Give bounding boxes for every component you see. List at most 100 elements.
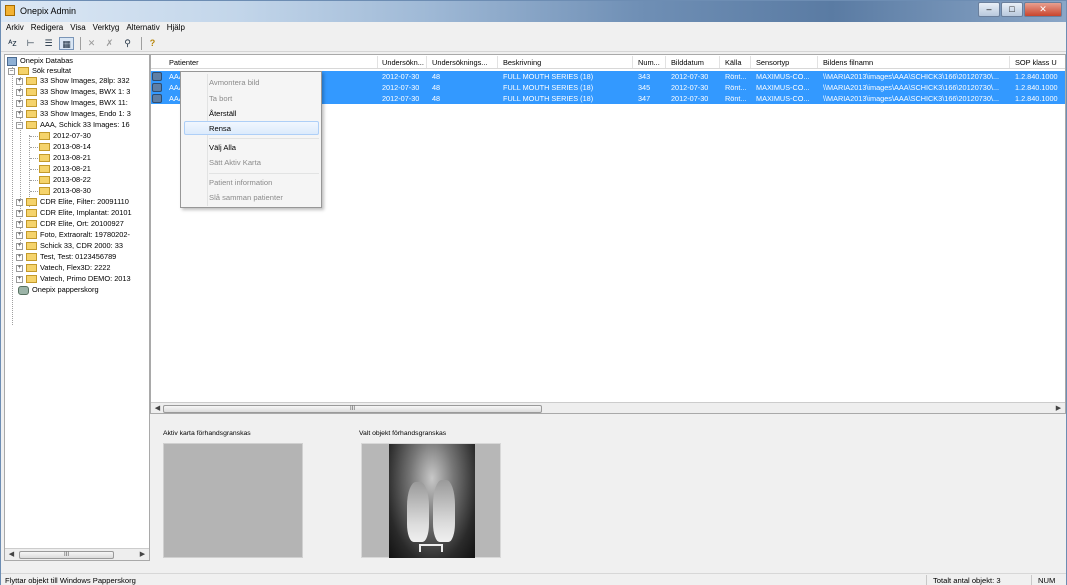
folder-icon: [39, 176, 50, 184]
sort-az-icon[interactable]: ᴬᴢ: [5, 37, 20, 50]
tree-item[interactable]: + Foto, Extraoralt: 19780202-: [16, 230, 130, 240]
expand-icon[interactable]: +: [16, 88, 23, 96]
collapse-icon[interactable]: –: [16, 121, 23, 129]
menu-item-sla-samman-patienter[interactable]: Slå samman patienter: [209, 193, 283, 202]
col-header-patienter[interactable]: Patienter: [169, 58, 199, 67]
expand-icon[interactable]: +: [16, 231, 23, 239]
active-map-preview-label: Aktiv karta förhandsgranskas: [163, 430, 251, 437]
tree-item[interactable]: +33 Show Images, 28lp: 332: [16, 76, 130, 86]
details-view-icon[interactable]: ▦: [59, 36, 74, 50]
folder-icon: [26, 220, 37, 228]
scroll-left-icon[interactable]: ◀: [6, 550, 17, 559]
menu-item-patient-information[interactable]: Patient information: [209, 178, 272, 187]
col-header-undersokningsnummer[interactable]: Undersöknings...: [432, 58, 487, 67]
clear-icon[interactable]: ✗: [102, 37, 117, 50]
scroll-thumb[interactable]: III: [163, 405, 542, 413]
menu-item-ta-bort[interactable]: Ta bort: [209, 94, 232, 103]
menu-arkiv[interactable]: Arkiv: [3, 22, 28, 35]
scroll-right-icon[interactable]: ▶: [137, 550, 148, 559]
grid-horizontal-scrollbar[interactable]: ◀ III ▶: [151, 402, 1065, 413]
tree-trash[interactable]: Onepix papperskorg: [18, 285, 99, 295]
folder-icon: [26, 264, 37, 272]
tree-date-item[interactable]: 2013-08-22: [39, 175, 91, 185]
col-header-num[interactable]: Num...: [638, 58, 660, 67]
folder-icon: [39, 143, 50, 151]
status-bar: Flyttar objekt till Windows Papperskorg …: [1, 573, 1066, 585]
help-icon[interactable]: ?: [145, 37, 160, 50]
menu-hjalp[interactable]: Hjälp: [164, 22, 189, 35]
scroll-thumb[interactable]: III: [19, 551, 114, 559]
tree-item[interactable]: + Vatech, Primo DEMO: 2013: [16, 274, 131, 284]
tree-item[interactable]: + Test, Test: 0123456789: [16, 252, 116, 262]
maximize-button[interactable]: □: [1001, 2, 1023, 17]
expand-icon[interactable]: +: [16, 110, 23, 118]
tree-item[interactable]: – AAA, Schick 33 Images: 16: [16, 120, 130, 130]
menu-item-aterstall[interactable]: Återställ: [209, 109, 236, 118]
tree-date-item[interactable]: 2013-08-30: [39, 186, 91, 196]
expand-icon[interactable]: +: [16, 264, 23, 272]
scroll-left-icon[interactable]: ◀: [152, 404, 163, 413]
title-bar[interactable]: Onepix Admin – □ ✕: [1, 1, 1066, 22]
expand-icon[interactable]: +: [16, 253, 23, 261]
menu-visa[interactable]: Visa: [67, 22, 89, 35]
col-header-sensortyp[interactable]: Sensortyp: [756, 58, 789, 67]
col-header-bilddatum[interactable]: Bilddatum: [671, 58, 704, 67]
col-header-kalla[interactable]: Källa: [725, 58, 741, 67]
tree-date-item[interactable]: 2012-07-30: [39, 131, 91, 141]
collapse-icon[interactable]: –: [8, 67, 15, 75]
tree-search-results[interactable]: – Sök resultat: [8, 66, 71, 76]
folder-icon: [26, 242, 37, 250]
folder-icon: [26, 209, 37, 217]
menu-item-satt-aktiv-karta[interactable]: Sätt Aktiv Karta: [209, 158, 261, 167]
col-header-beskrivning[interactable]: Beskrivning: [503, 58, 541, 67]
delete-icon[interactable]: ✕: [84, 37, 99, 50]
expand-icon[interactable]: +: [16, 209, 23, 217]
expand-icon[interactable]: +: [16, 275, 23, 283]
menu-item-valj-alla[interactable]: Välj Alla: [209, 143, 236, 152]
menu-redigera[interactable]: Redigera: [28, 22, 67, 35]
expand-icon[interactable]: +: [16, 220, 23, 228]
menu-verktyg[interactable]: Verktyg: [90, 22, 124, 35]
expand-icon[interactable]: +: [16, 198, 23, 206]
selected-object-preview[interactable]: [361, 443, 501, 558]
tree-item[interactable]: + Vatech, Flex3D: 2222: [16, 263, 111, 273]
minimize-button[interactable]: –: [978, 2, 1000, 17]
folder-icon: [26, 275, 37, 283]
folder-icon: [39, 154, 50, 162]
col-header-undersokning[interactable]: Undersökn...: [382, 58, 424, 67]
tree-item[interactable]: + Schick 33, CDR 2000: 33: [16, 241, 123, 251]
close-button[interactable]: ✕: [1024, 2, 1062, 17]
tree-item[interactable]: +33 Show Images, BWX 1: 3: [16, 87, 130, 97]
folder-icon: [26, 121, 37, 129]
toolbar: ᴬᴢ ⊢ ☰ ▦ ✕ ✗ ⚲ ?: [1, 35, 1066, 52]
expand-icon[interactable]: +: [16, 99, 23, 107]
tree-item[interactable]: +33 Show Images, Endo 1: 3: [16, 109, 131, 119]
expand-icon[interactable]: +: [16, 77, 23, 85]
tree-view-icon[interactable]: ⊢: [23, 37, 38, 50]
tree-date-item[interactable]: 2013-08-14: [39, 142, 91, 152]
database-tree[interactable]: Onepix Databas – Sök resultat +33 Show I…: [4, 54, 150, 561]
folder-icon: [26, 253, 37, 261]
app-icon: [5, 5, 15, 16]
folder-icon: [39, 187, 50, 195]
tree-item[interactable]: + CDR Elite, Ort: 20100927: [16, 219, 124, 229]
expand-icon[interactable]: +: [16, 242, 23, 250]
search-binoculars-icon[interactable]: ⚲: [120, 37, 135, 50]
toolbar-separator: [80, 36, 81, 50]
menu-item-rensa[interactable]: Rensa: [184, 121, 319, 135]
tree-item[interactable]: + CDR Elite, Implantat: 20101: [16, 208, 132, 218]
folder-icon: [26, 231, 37, 239]
col-header-sop-klass[interactable]: SOP klass U: [1015, 58, 1057, 67]
active-map-preview[interactable]: [163, 443, 303, 558]
col-header-filnamn[interactable]: Bildens filnamn: [823, 58, 873, 67]
tree-root[interactable]: Onepix Databas: [7, 56, 73, 66]
scroll-right-icon[interactable]: ▶: [1053, 404, 1064, 413]
list-view-icon[interactable]: ☰: [41, 37, 56, 50]
menu-alternativ[interactable]: Alternativ: [123, 22, 163, 35]
tree-item[interactable]: +33 Show Images, BWX 11:: [16, 98, 128, 108]
tree-date-item[interactable]: 2013-08-21: [39, 153, 91, 163]
menu-item-avmontera-bild[interactable]: Avmontera bild: [209, 78, 260, 87]
tree-date-item[interactable]: 2013-08-21: [39, 164, 91, 174]
tree-item[interactable]: + CDR Elite, Filter: 20091110: [16, 197, 129, 207]
tree-horizontal-scrollbar[interactable]: ◀ III ▶: [5, 548, 149, 560]
